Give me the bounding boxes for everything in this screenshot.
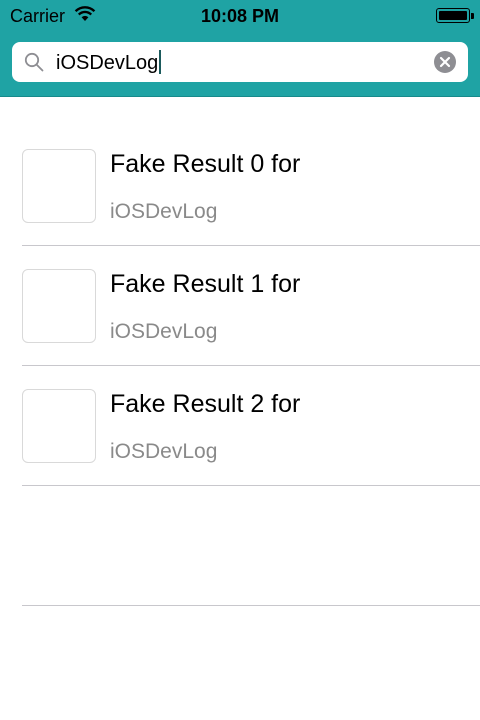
battery-tip	[471, 13, 474, 19]
result-title: Fake Result 2 for	[110, 390, 301, 418]
search-icon	[24, 52, 44, 72]
clear-icon	[439, 56, 451, 68]
result-thumbnail	[22, 389, 96, 463]
result-row-0[interactable]: Fake Result 0 for iOSDevLog	[0, 96, 480, 223]
clear-search-button[interactable]	[434, 51, 456, 73]
result-row-1[interactable]: Fake Result 1 for iOSDevLog	[0, 216, 480, 343]
navigation-header: Carrier 10:08 PM iOSDevLog	[0, 0, 480, 97]
battery-icon	[436, 8, 470, 23]
status-time: 10:08 PM	[200, 6, 280, 26]
result-row-2[interactable]: Fake Result 2 for iOSDevLog	[0, 336, 480, 463]
results-list: Fake Result 0 for iOSDevLog Fake Result …	[0, 96, 480, 463]
status-bar: Carrier 10:08 PM	[0, 0, 480, 34]
result-title: Fake Result 0 for	[110, 150, 301, 178]
result-thumbnail	[22, 269, 96, 343]
result-thumbnail	[22, 149, 96, 223]
row-separator	[22, 485, 480, 486]
text-caret	[159, 50, 162, 74]
search-bar[interactable]: iOSDevLog	[12, 42, 468, 82]
row-separator	[22, 245, 480, 246]
row-separator	[22, 605, 480, 606]
row-separator	[22, 365, 480, 366]
search-input[interactable]: iOSDevLog	[56, 50, 162, 75]
search-query-text: iOSDevLog	[56, 52, 159, 74]
result-subtitle: iOSDevLog	[110, 440, 218, 463]
result-title: Fake Result 1 for	[110, 270, 301, 298]
